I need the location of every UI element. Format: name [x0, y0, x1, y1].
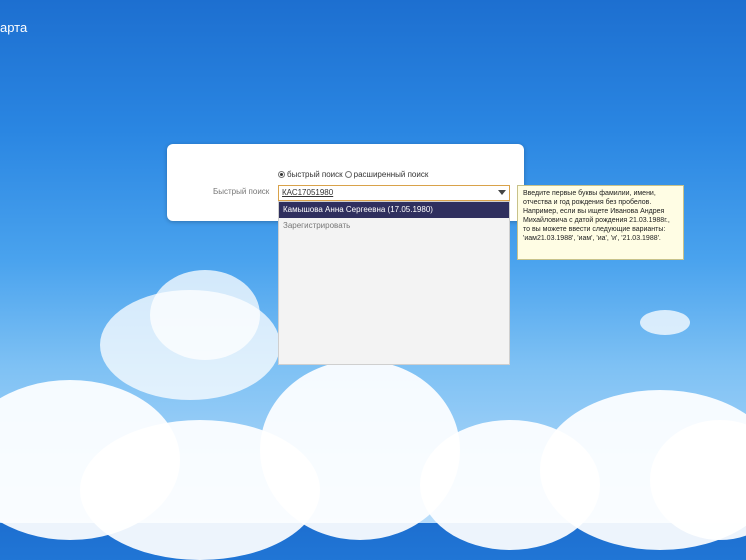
- quick-search-input[interactable]: КАС17051980: [278, 185, 510, 201]
- dropdown-item-register[interactable]: Зарегистрировать: [283, 221, 350, 230]
- dropdown-item-patient[interactable]: Камышова Анна Сергеевна (17.05.1980): [279, 202, 509, 218]
- quick-search-value: КАС17051980: [282, 188, 334, 197]
- page-title: арта: [0, 20, 28, 35]
- quick-search-label: Быстрый поиск: [213, 187, 270, 196]
- radio-quick-search[interactable]: [278, 171, 285, 178]
- search-mode-group: быстрый поиск расширенный поиск: [278, 170, 428, 179]
- chevron-down-icon[interactable]: [498, 190, 506, 195]
- radio-quick-search-label[interactable]: быстрый поиск: [287, 170, 343, 179]
- radio-advanced-search-label[interactable]: расширенный поиск: [354, 170, 429, 179]
- autocomplete-dropdown: Камышова Анна Сергеевна (17.05.1980) Зар…: [278, 201, 510, 365]
- radio-advanced-search[interactable]: [344, 171, 352, 178]
- help-tooltip: Введите первые буквы фамилии, имени, отч…: [517, 185, 684, 260]
